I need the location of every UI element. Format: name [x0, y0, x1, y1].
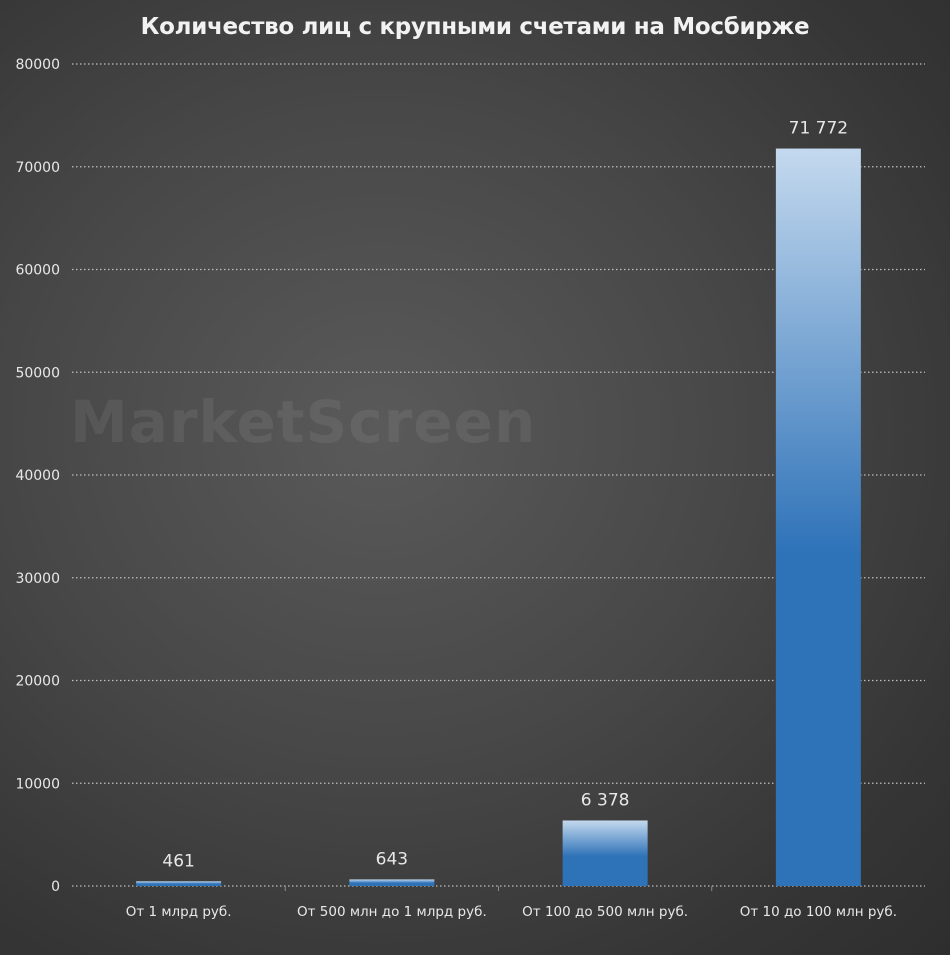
- x-tick-label: От 500 млн до 1 млрд руб.: [297, 904, 487, 920]
- y-tick-label: 20000: [15, 674, 60, 690]
- x-tick-label: От 100 до 500 млн руб.: [522, 904, 688, 920]
- y-tick-label: 40000: [15, 468, 60, 484]
- y-tick-label: 80000: [15, 57, 60, 73]
- y-tick-label: 60000: [15, 263, 60, 279]
- data-label: 461: [162, 851, 194, 871]
- y-tick-label: 0: [51, 879, 60, 895]
- bars: [136, 148, 861, 886]
- bar: [136, 881, 222, 886]
- data-label: 643: [376, 849, 408, 869]
- bar-chart: 0 10000 20000 30000 40000 50000 60000 70000 8000…: [15, 57, 925, 920]
- y-tick-label: 10000: [15, 776, 60, 792]
- data-label: 71 772: [789, 119, 848, 139]
- x-tick-label: От 10 до 100 млн руб.: [740, 904, 897, 920]
- bar: [775, 148, 861, 886]
- bar: [349, 879, 435, 886]
- bar: [562, 820, 648, 886]
- y-tick-label: 50000: [15, 365, 60, 381]
- y-tick-label: 30000: [15, 571, 60, 587]
- data-label: 6 378: [581, 790, 630, 810]
- y-tick-label: 70000: [15, 160, 60, 176]
- x-tick-label: От 1 млрд руб.: [126, 904, 232, 920]
